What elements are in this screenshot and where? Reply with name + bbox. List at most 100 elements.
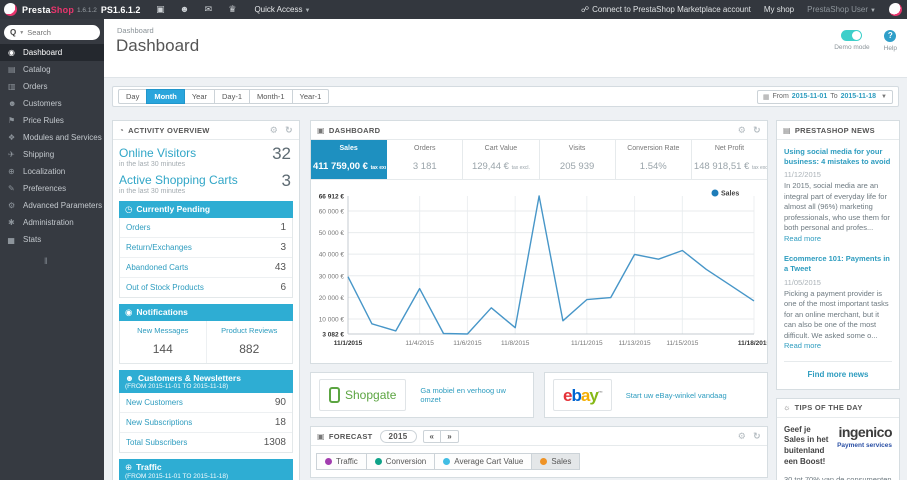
article-title-link[interactable]: Using social media for your business: 4 … bbox=[784, 147, 892, 167]
sidebar-item-label: Dashboard bbox=[23, 48, 63, 57]
sidebar-item-stats[interactable]: ▅ Stats bbox=[0, 231, 104, 248]
table-row: Total Subscribers 1308 bbox=[120, 432, 292, 452]
user-avatar[interactable] bbox=[889, 3, 902, 16]
cell-label[interactable]: New Messages bbox=[122, 326, 204, 335]
stats-icon: ▅ bbox=[8, 235, 15, 244]
prev-year-button[interactable]: « bbox=[424, 431, 441, 442]
sidebar-item-catalog[interactable]: ▤ Catalog bbox=[0, 61, 104, 78]
quick-access-menu[interactable]: Quick Access ▼ bbox=[254, 5, 310, 14]
period-button-month[interactable]: Month bbox=[146, 89, 185, 104]
shopgate-link[interactable]: Ga mobiel en verhoog uw omzet bbox=[420, 386, 525, 404]
cart-icon: ▣ bbox=[317, 431, 325, 441]
row-value: 1 bbox=[280, 222, 286, 233]
svg-text:30 000 €: 30 000 € bbox=[319, 273, 345, 280]
date-range-picker[interactable]: ▦ From 2015-11-01 To 2015-11-18 ▼ bbox=[756, 89, 893, 104]
help-icon[interactable]: ? bbox=[884, 30, 897, 42]
gear-icon[interactable]: ⚙ bbox=[738, 125, 746, 136]
article-excerpt: In 2015, social media are an integral pa… bbox=[784, 181, 890, 243]
shopgate-promo[interactable]: Shopgate Ga mobiel en verhoog uw omzet bbox=[310, 372, 534, 418]
sidebar-item-preferences[interactable]: ✎ Preferences bbox=[0, 180, 104, 197]
period-button-day-1[interactable]: Day-1 bbox=[214, 89, 251, 104]
period-button-month-1[interactable]: Month-1 bbox=[249, 89, 293, 104]
svg-text:11/6/2015: 11/6/2015 bbox=[453, 340, 482, 347]
ebay-link[interactable]: Start uw eBay-winkel vandaag bbox=[626, 391, 727, 400]
gear-icon[interactable]: ⚙ bbox=[270, 125, 278, 136]
breadcrumb[interactable]: Dashboard bbox=[117, 26, 154, 35]
date-filter-bar: Day Month Year Day-1 Month-1 Year-1 ▦ From 201… bbox=[112, 86, 899, 107]
refresh-icon[interactable]: ↻ bbox=[753, 431, 761, 442]
row-label[interactable]: New Subscriptions bbox=[126, 418, 192, 427]
trophy-icon[interactable]: ♛ bbox=[220, 4, 244, 15]
period-button-year-1[interactable]: Year-1 bbox=[291, 89, 330, 104]
next-year-button[interactable]: » bbox=[440, 430, 458, 442]
kpi-sales[interactable]: Sales 411 759,00 € tax excl. bbox=[311, 140, 388, 179]
kpi-conversion-rate[interactable]: Conversion Rate 1.54% bbox=[616, 140, 692, 179]
period-button-year[interactable]: Year bbox=[183, 89, 215, 104]
sidebar-item-advanced-parameters[interactable]: ⚙ Advanced Parameters bbox=[0, 197, 104, 214]
forecast-toggle-sales[interactable]: Sales bbox=[531, 453, 581, 470]
kpi-cart-value[interactable]: Cart Value 129,44 € tax excl. bbox=[463, 140, 540, 179]
row-label[interactable]: New Customers bbox=[126, 398, 183, 407]
article-title-link[interactable]: Ecommerce 101: Payments in a Tweet bbox=[784, 254, 892, 274]
cart-icon[interactable]: ▣ bbox=[148, 4, 172, 15]
promo-row: Shopgate Ga mobiel en verhoog uw omzet e… bbox=[310, 372, 768, 418]
sidebar-item-orders[interactable]: ▥ Orders bbox=[0, 78, 104, 95]
forecast-toggle-traffic[interactable]: Traffic bbox=[316, 453, 367, 470]
sidebar-item-customers[interactable]: ☻ Customers bbox=[0, 95, 104, 112]
forecast-toggle-average-cart-value[interactable]: Average Cart Value bbox=[434, 453, 533, 470]
news-panel: ▤ PRESTASHOP NEWS Using social media for… bbox=[776, 120, 900, 390]
kpi-orders[interactable]: Orders 3 181 bbox=[387, 140, 464, 179]
sidebar-item-label: Administration bbox=[23, 218, 74, 227]
forecast-year[interactable]: 2015 bbox=[379, 429, 417, 443]
kpi-label: Visits bbox=[568, 145, 586, 152]
sidebar-item-administration[interactable]: ✱ Administration bbox=[0, 214, 104, 231]
refresh-icon[interactable]: ↻ bbox=[285, 125, 293, 136]
help-control: ? Help bbox=[884, 30, 897, 52]
period-button-day[interactable]: Day bbox=[118, 89, 148, 104]
row-label[interactable]: Out of Stock Products bbox=[126, 283, 204, 292]
legend-dot-icon bbox=[540, 458, 548, 465]
kpi-net-profit[interactable]: Net Profit 148 918,51 € tax excl. bbox=[692, 140, 767, 179]
read-more-link[interactable]: Read more bbox=[784, 341, 821, 350]
kpi-label: Orders bbox=[414, 145, 436, 152]
row-label[interactable]: Abandoned Carts bbox=[126, 263, 188, 272]
mail-icon[interactable]: ✉ bbox=[196, 4, 220, 15]
kpi-value: 1.54% bbox=[639, 161, 667, 172]
row-value: 6 bbox=[280, 282, 286, 293]
stat-label[interactable]: Online Visitors bbox=[119, 146, 293, 160]
gear-icon[interactable]: ⚙ bbox=[738, 431, 746, 442]
read-more-link[interactable]: Read more bbox=[784, 234, 821, 243]
forecast-toggle-conversion[interactable]: Conversion bbox=[365, 453, 436, 470]
row-label[interactable]: Orders bbox=[126, 223, 150, 232]
sidebar-item-localization[interactable]: ⊕ Localization bbox=[0, 163, 104, 180]
news-panel-header: ▤ PRESTASHOP NEWS bbox=[777, 121, 899, 140]
search-input[interactable] bbox=[27, 28, 84, 37]
sidebar-collapse-icon[interactable]: ‖ bbox=[0, 248, 104, 266]
sidebar-item-price-rules[interactable]: ⚑ Price Rules bbox=[0, 112, 104, 129]
sidebar-item-shipping[interactable]: ✈ Shipping bbox=[0, 146, 104, 163]
marketplace-link[interactable]: ☍ Connect to PrestaShop Marketplace accou… bbox=[581, 5, 751, 14]
demo-mode-control: Demo mode bbox=[834, 30, 870, 52]
advanced-parameters-icon: ⚙ bbox=[8, 201, 16, 210]
sidebar-item-dashboard[interactable]: ◉ Dashboard bbox=[0, 44, 104, 61]
stat-label[interactable]: Active Shopping Carts bbox=[119, 173, 293, 187]
user-icon[interactable]: ☻ bbox=[172, 4, 196, 15]
row-label[interactable]: Return/Exchanges bbox=[126, 243, 192, 252]
row-label[interactable]: Total Subscribers bbox=[126, 438, 187, 447]
shipping-icon: ✈ bbox=[8, 150, 15, 159]
kpi-visits[interactable]: Visits 205 939 bbox=[540, 140, 616, 179]
article-excerpt: Picking a payment provider is one of the… bbox=[784, 288, 889, 351]
svg-text:Sales: Sales bbox=[721, 191, 739, 198]
demo-mode-toggle[interactable] bbox=[841, 30, 863, 41]
sidebar-item-modules-and-services[interactable]: ❖ Modules and Services bbox=[0, 129, 104, 146]
chevron-down-icon: ▼ bbox=[870, 8, 876, 14]
sidebar-search[interactable]: Q ▼ bbox=[4, 25, 100, 40]
refresh-icon[interactable]: ↻ bbox=[753, 125, 761, 136]
my-shop-link[interactable]: My shop bbox=[764, 5, 794, 14]
section-header-traffic: ⊕ Traffic (FROM 2015-11-01 TO 2015-11-18) bbox=[119, 459, 293, 480]
cell-label[interactable]: Product Reviews bbox=[209, 326, 291, 335]
find-more-news-link[interactable]: Find more news bbox=[784, 370, 892, 382]
ebay-promo[interactable]: ebay™ Start uw eBay-winkel vandaag bbox=[544, 372, 768, 418]
user-menu[interactable]: PrestaShop User ▼ bbox=[807, 5, 876, 14]
chevron-down-icon: ▼ bbox=[19, 29, 25, 36]
